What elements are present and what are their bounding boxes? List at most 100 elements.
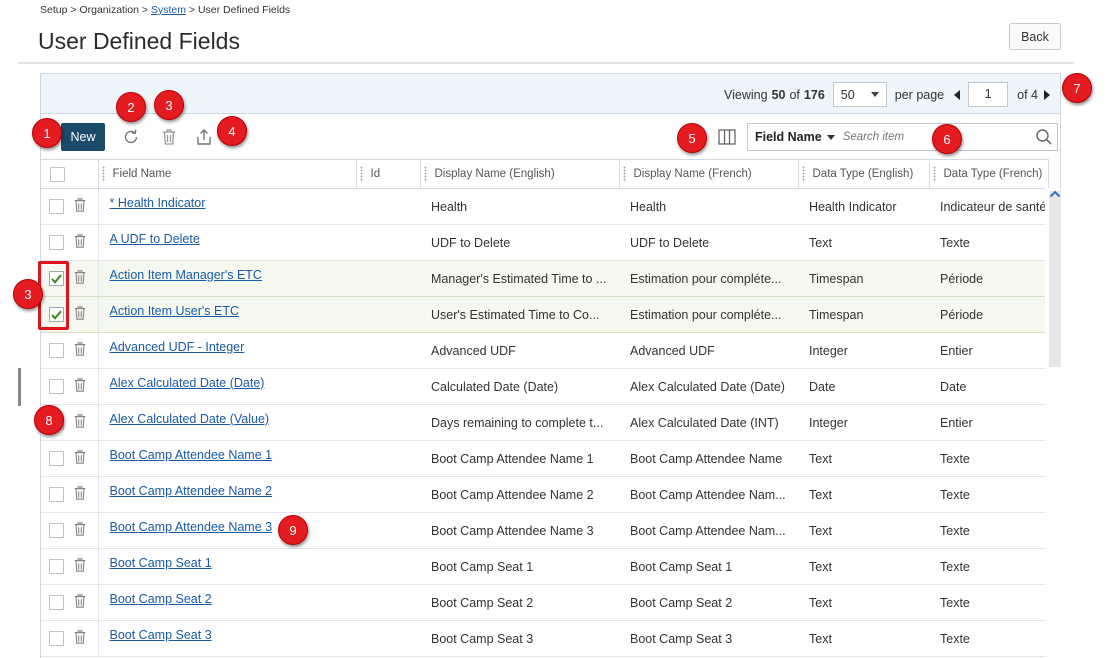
col-header-display-en[interactable]: Display Name (English) [420,159,620,189]
scrollbar-thumb[interactable] [1049,191,1061,367]
field-name-link[interactable]: Action Item User's ETC [110,304,240,318]
breadcrumb-organization[interactable]: Organization [79,4,139,16]
field-name-link[interactable]: Boot Camp Seat 1 [110,556,212,570]
row-checkbox[interactable] [49,199,64,214]
search-field-select[interactable]: Field Name [748,130,835,144]
columns-icon[interactable] [716,126,738,148]
trash-icon[interactable] [73,485,87,504]
type-en-cell: Text [798,584,929,621]
new-button[interactable]: New [61,123,105,151]
type-en-cell: Text [798,224,929,261]
field-name-link[interactable]: Action Item Manager's ETC [110,268,262,282]
field-name-link[interactable]: * Health Indicator [110,196,206,210]
back-button[interactable]: Back [1009,23,1061,50]
type-en-cell: Timespan [798,296,929,333]
breadcrumb-current: User Defined Fields [197,4,291,16]
breadcrumb-setup[interactable]: Setup [40,4,67,16]
row-checkbox[interactable] [49,379,64,394]
table-row[interactable]: Boot Camp Attendee Name 3 Boot Camp Atten… [41,512,1048,549]
col-header-type-en[interactable]: Data Type (English) [798,159,930,189]
table-row[interactable]: Alex Calculated Date (Value) Days remaini… [41,404,1048,441]
row-checkbox[interactable] [49,559,64,574]
col-header-id[interactable]: Id [356,159,421,189]
prev-page-icon[interactable] [954,89,961,100]
type-fr-cell: Période [929,260,1048,297]
drag-handle-icon[interactable] [801,166,805,182]
col-header-field-name[interactable]: Field Name [98,159,357,189]
trash-icon[interactable] [158,126,180,148]
trash-icon[interactable] [73,413,87,432]
table-row[interactable]: A UDF to Delete UDF to Delete UDF to Delet… [41,224,1048,261]
refresh-icon[interactable] [120,126,142,148]
per-page-value: 50 [840,87,855,102]
type-fr-cell: Texte [929,584,1048,621]
export-icon[interactable] [193,126,215,148]
resize-handle[interactable] [18,368,21,406]
display-fr-cell: UDF to Delete [619,224,798,261]
row-checkbox[interactable] [49,487,64,502]
row-checkbox[interactable] [49,343,64,358]
col-header-display-fr[interactable]: Display Name (French) [619,159,799,189]
drag-handle-icon[interactable] [101,166,105,182]
drag-handle-icon[interactable] [423,166,427,182]
trash-icon[interactable] [73,341,87,360]
table-row[interactable]: Boot Camp Seat 3 Boot Camp Seat 3 Boot Cam… [41,620,1048,657]
trash-icon[interactable] [73,449,87,468]
field-name-link[interactable]: Boot Camp Seat 3 [110,628,212,642]
table-row[interactable]: Boot Camp Attendee Name 1 Boot Camp Atten… [41,440,1048,477]
type-en-cell: Integer [798,332,929,369]
breadcrumb-system-link[interactable]: System [151,4,186,16]
field-name-cell: Alex Calculated Date (Date) [98,368,356,405]
page-number-input[interactable]: 1 [968,82,1009,107]
search-icon[interactable] [1031,124,1057,150]
table-row[interactable]: * Health Indicator Health Health Health Ind… [41,188,1048,225]
trash-icon[interactable] [73,305,87,324]
table-row[interactable]: Advanced UDF - Integer Advanced UDF Advanc… [41,332,1048,369]
table-row[interactable]: Boot Camp Attendee Name 2 Boot Camp Atten… [41,476,1048,513]
table-row[interactable]: Alex Calculated Date (Date) Calculated Da… [41,368,1048,405]
id-cell [356,260,420,297]
drag-handle-icon[interactable] [932,166,936,182]
field-name-link[interactable]: Boot Camp Attendee Name 1 [110,448,273,462]
table-row[interactable]: Boot Camp Seat 2 Boot Camp Seat 2 Boot Cam… [41,584,1048,621]
field-name-link[interactable]: Boot Camp Attendee Name 3 [110,520,273,534]
trash-icon[interactable] [73,269,87,288]
next-page-icon[interactable] [1044,89,1050,100]
row-tools-cell [41,620,99,657]
chevron-down-icon [870,92,879,97]
trash-icon[interactable] [73,197,87,216]
breadcrumb: Setup > Organization > System > User Def… [40,4,290,16]
scroll-up-icon[interactable] [1049,188,1061,200]
field-name-link[interactable]: Boot Camp Attendee Name 2 [110,484,273,498]
select-all-checkbox[interactable] [50,166,65,182]
trash-icon[interactable] [73,377,87,396]
drag-handle-icon[interactable] [622,166,626,182]
select-all-header [41,159,99,189]
trash-icon[interactable] [73,521,87,540]
header-divider [18,62,1074,64]
row-checkbox[interactable] [49,523,64,538]
table-row[interactable]: Boot Camp Seat 1 Boot Camp Seat 1 Boot Cam… [41,548,1048,585]
field-name-link[interactable]: Boot Camp Seat 2 [110,592,212,606]
row-checkbox[interactable] [49,451,64,466]
drag-handle-icon[interactable] [359,166,363,182]
table-row[interactable]: Action Item Manager's ETC Manager's Estim… [41,260,1048,297]
field-name-link[interactable]: Alex Calculated Date (Date) [110,376,265,390]
row-checkbox[interactable] [49,235,64,250]
vertical-scrollbar[interactable] [1045,188,1061,658]
row-checkbox[interactable] [49,631,64,646]
trash-icon[interactable] [73,233,87,252]
breadcrumb-separator: > [70,4,77,16]
field-name-link[interactable]: Alex Calculated Date (Value) [110,412,270,426]
field-name-link[interactable]: Advanced UDF - Integer [110,340,245,354]
per-page-select[interactable]: 50 [832,82,887,107]
id-cell [356,440,420,477]
col-header-type-fr[interactable]: Data Type (French) [929,159,1049,189]
trash-icon[interactable] [73,593,87,612]
table-row[interactable]: Action Item User's ETC User's Estimated T… [41,296,1048,333]
row-checkbox[interactable] [49,595,64,610]
trash-icon[interactable] [73,629,87,648]
id-cell [356,224,420,261]
trash-icon[interactable] [73,557,87,576]
field-name-link[interactable]: A UDF to Delete [110,232,200,246]
